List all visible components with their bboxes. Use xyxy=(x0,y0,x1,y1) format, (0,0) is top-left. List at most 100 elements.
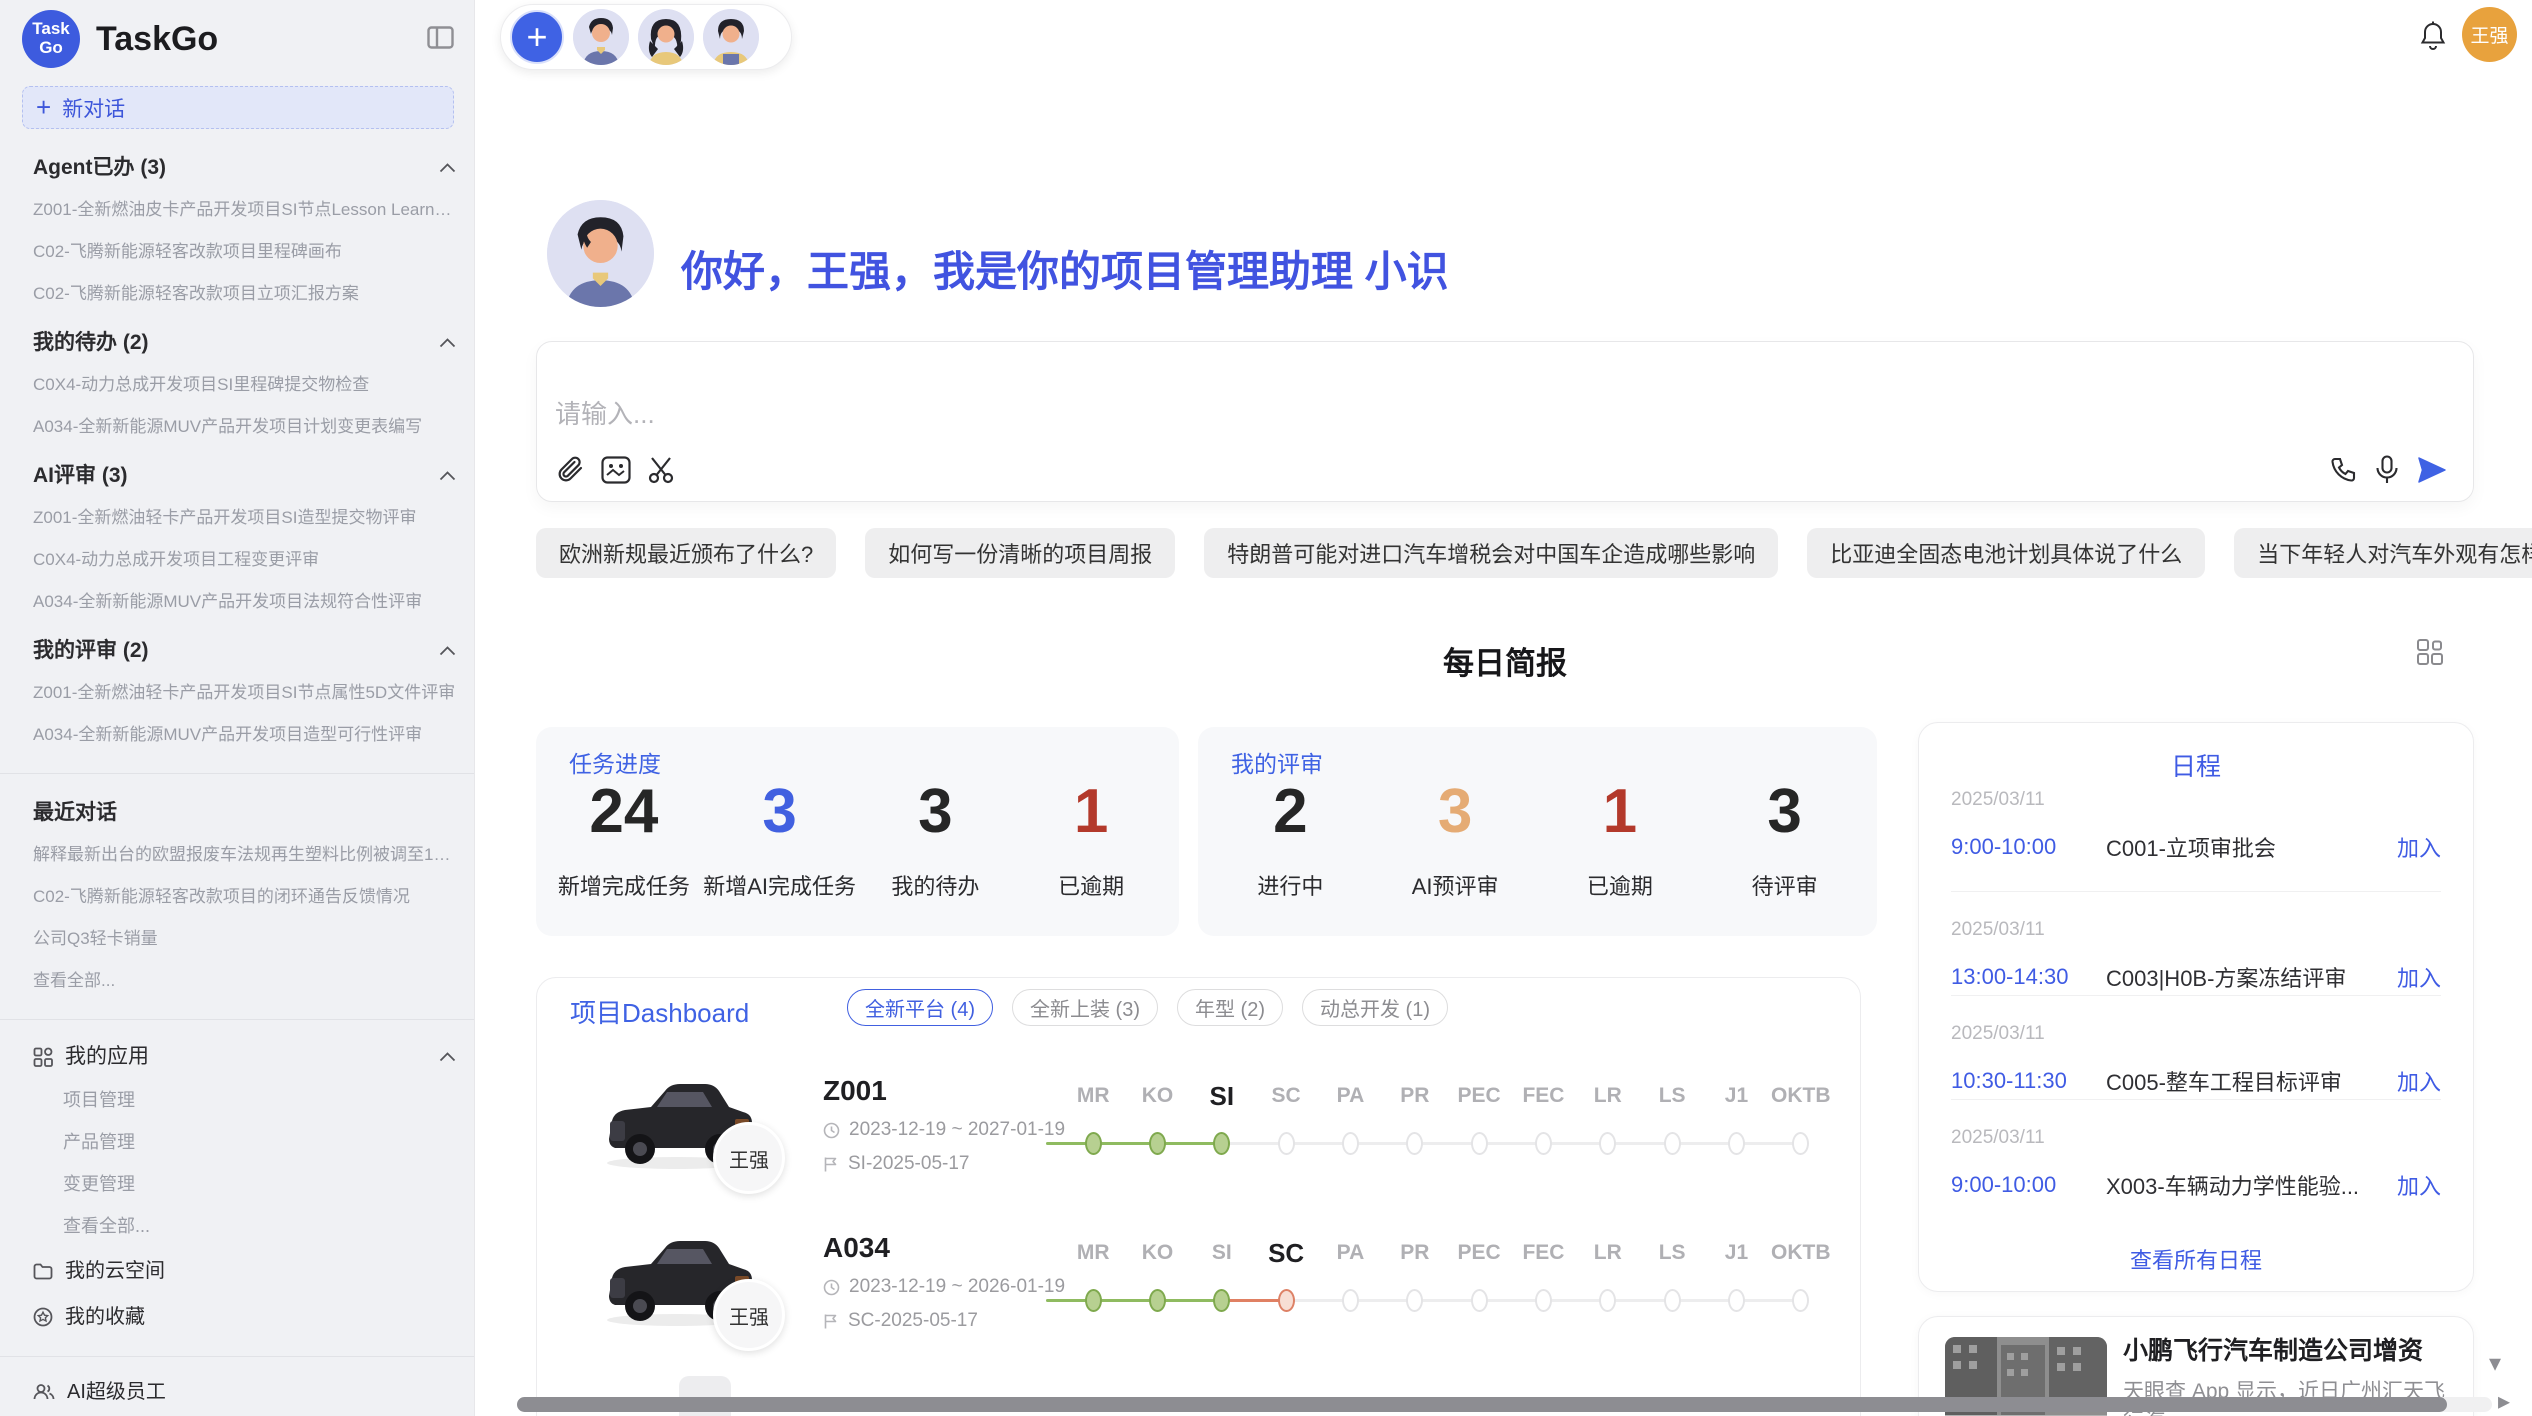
section-title: 最近对话 xyxy=(33,802,117,823)
milestone-nodes xyxy=(1061,1289,1833,1312)
sidebar-item[interactable]: C02-飞腾新能源轻客改款项目里程碑画布 xyxy=(33,242,456,262)
milestone-label: PA xyxy=(1318,1238,1382,1268)
section-agent-done[interactable]: Agent已办 (3) xyxy=(33,157,456,178)
plus-icon: + xyxy=(36,94,51,120)
view-all-schedule-link[interactable]: 查看所有日程 xyxy=(1919,1243,2473,1275)
chevron-up-icon[interactable] xyxy=(439,471,456,481)
entry-time: 9:00-10:00 xyxy=(1951,1172,2106,1198)
scroll-down-arrow[interactable]: ▾ xyxy=(2489,1352,2501,1376)
sidebar-item-view-all[interactable]: 查看全部... xyxy=(33,971,456,991)
scroll-right-arrow[interactable]: ▸ xyxy=(2498,1390,2510,1414)
new-session-button[interactable]: + xyxy=(510,10,564,64)
send-icon[interactable] xyxy=(2417,456,2447,484)
suggestion-chip[interactable]: 特朗普可能对进口汽车增税会对中国车企造成哪些影响 xyxy=(1204,528,1778,578)
milestone-label: PR xyxy=(1383,1081,1447,1111)
dashboard-filters: 全新平台 (4) 全新上装 (3) 年型 (2) 动总开发 (1) xyxy=(847,989,1448,1026)
sidebar-collapse-icon[interactable] xyxy=(427,26,454,54)
attachment-icon[interactable] xyxy=(557,455,585,485)
daily-briefing-title: 每日简报 xyxy=(536,638,2474,683)
join-button[interactable]: 加入 xyxy=(2397,831,2441,863)
clock-icon xyxy=(823,1122,840,1139)
join-button[interactable]: 加入 xyxy=(2397,1169,2441,1201)
sidebar-item[interactable]: Z001-全新燃油皮卡产品开发项目SI节点Lesson Learn报告 xyxy=(33,200,456,220)
join-button[interactable]: 加入 xyxy=(2397,1065,2441,1097)
phone-icon[interactable] xyxy=(2329,456,2357,484)
chevron-up-icon[interactable] xyxy=(439,646,456,656)
section-my-todo[interactable]: 我的待办 (2) xyxy=(33,332,456,353)
schedule-entry: 2025/03/11 9:00-10:00 X003-车辆动力学性能验... 加… xyxy=(1951,1127,2441,1201)
stat-new-ai-completed: 3 新增AI完成任务 xyxy=(702,779,858,901)
flag-icon xyxy=(823,1156,839,1173)
card-title: 我的评审 xyxy=(1231,745,1323,779)
sidebar-item-cloud-space[interactable]: 我的云空间 xyxy=(33,1260,456,1282)
sidebar-item[interactable]: C0X4-动力总成开发项目SI里程碑提交物检查 xyxy=(33,375,456,395)
my-apps-label: 我的应用 xyxy=(65,1046,427,1068)
section-ai-review[interactable]: AI评审 (3) xyxy=(33,465,456,486)
project-row[interactable]: 王强 Z001 2023-12-19 ~ 2027-01-19 SI-2025-… xyxy=(537,1059,1860,1209)
horizontal-scrollbar-thumb[interactable] xyxy=(517,1397,2447,1412)
layout-grid-icon[interactable] xyxy=(2416,638,2444,671)
milestone-label: KO xyxy=(1125,1238,1189,1268)
chat-input[interactable] xyxy=(553,398,1453,431)
milestone-label: MR xyxy=(1061,1081,1125,1111)
agent-avatar-1[interactable] xyxy=(573,9,629,65)
sidebar-item[interactable]: 公司Q3轻卡销量 xyxy=(33,929,456,949)
project-row[interactable]: 王强 A034 2023-12-19 ~ 2026-01-19 SC-2025-… xyxy=(537,1216,1860,1366)
suggestion-chip[interactable]: 当下年轻人对汽车外观有怎样的喜好趋势 xyxy=(2234,528,2532,578)
stat-ai-prereview: 3 AI预评审 xyxy=(1373,779,1538,901)
project-name: A034 xyxy=(823,1232,890,1264)
join-button[interactable]: 加入 xyxy=(2397,961,2441,993)
sidebar-item-ai-staff[interactable]: AI超级员工 xyxy=(33,1381,456,1403)
sidebar-item[interactable]: C02-飞腾新能源轻客改款项目的闭环通告反馈情况 xyxy=(33,887,456,907)
sidebar-item-view-all-apps[interactable]: 查看全部... xyxy=(63,1216,456,1236)
stat-my-todo: 3 我的待办 xyxy=(858,779,1014,901)
stat-overdue: 1 已逾期 xyxy=(1538,779,1703,901)
project-flag: SI-2025-05-17 xyxy=(823,1153,969,1175)
agent-avatar-2[interactable] xyxy=(638,9,694,65)
sidebar-item-project-mgmt[interactable]: 项目管理 xyxy=(63,1090,456,1110)
filter-powertrain[interactable]: 动总开发 (1) xyxy=(1302,989,1448,1026)
chevron-up-icon[interactable] xyxy=(439,1052,456,1062)
sidebar-item[interactable]: A034-全新新能源MUV产品开发项目法规符合性评审 xyxy=(33,592,456,612)
sidebar-item[interactable]: A034-全新新能源MUV产品开发项目造型可行性评审 xyxy=(33,725,456,745)
suggestion-chip[interactable]: 比亚迪全固态电池计划具体说了什么 xyxy=(1807,528,2205,578)
sidebar-item[interactable]: Z001-全新燃油轻卡产品开发项目SI造型提交物评审 xyxy=(33,508,456,528)
notification-bell-icon[interactable] xyxy=(2419,21,2447,56)
task-progress-card: 任务进度 24 新增完成任务 3 新增AI完成任务 3 我的待办 1 已逾期 xyxy=(536,727,1179,936)
chevron-up-icon[interactable] xyxy=(439,163,456,173)
sidebar-item[interactable]: A034-全新新能源MUV产品开发项目计划变更表编写 xyxy=(33,417,456,437)
filter-new-body[interactable]: 全新上装 (3) xyxy=(1012,989,1158,1026)
image-icon[interactable] xyxy=(601,456,631,484)
my-review-card: 我的评审 2 进行中 3 AI预评审 1 已逾期 3 待评审 xyxy=(1198,727,1877,936)
scissors-icon[interactable] xyxy=(647,455,677,485)
chevron-up-icon[interactable] xyxy=(439,338,456,348)
sidebar-item-product-mgmt[interactable]: 产品管理 xyxy=(63,1132,456,1152)
schedule-entry: 2025/03/11 10:30-11:30 C005-整车工程目标评审 加入 xyxy=(1951,1023,2441,1097)
agent-avatar-3[interactable] xyxy=(703,9,759,65)
section-my-review[interactable]: 我的评审 (2) xyxy=(33,640,456,661)
sidebar-item[interactable]: C02-飞腾新能源轻客改款项目立项汇报方案 xyxy=(33,284,456,304)
sidebar-item[interactable]: C0X4-动力总成开发项目工程变更评审 xyxy=(33,550,456,570)
new-chat-button[interactable]: + 新对话 xyxy=(22,86,454,129)
sidebar-item-favorites[interactable]: 我的收藏 xyxy=(33,1306,456,1328)
sidebar-item-my-apps[interactable]: 我的应用 xyxy=(33,1046,456,1068)
stat-in-progress: 2 进行中 xyxy=(1208,779,1373,901)
folder-icon xyxy=(33,1262,53,1280)
sidebar-item-change-mgmt[interactable]: 变更管理 xyxy=(63,1174,456,1194)
suggestion-chip[interactable]: 如何写一份清晰的项目周报 xyxy=(865,528,1175,578)
project-owner-badge: 王强 xyxy=(713,1279,785,1351)
user-avatar[interactable]: 王强 xyxy=(2462,7,2517,62)
sidebar-item[interactable]: 解释最新出台的欧盟报废车法规再生塑料比例被调至15%... xyxy=(33,845,456,865)
project-flag-text: SI-2025-05-17 xyxy=(848,1153,969,1175)
milestone-label: PA xyxy=(1318,1081,1382,1111)
suggestion-chip[interactable]: 欧洲新规最近颁布了什么? xyxy=(536,528,836,578)
milestone-label: LS xyxy=(1640,1238,1704,1268)
sidebar-item[interactable]: Z001-全新燃油轻卡产品开发项目SI节点属性5D文件评审 xyxy=(33,683,456,703)
filter-year-model[interactable]: 年型 (2) xyxy=(1177,989,1283,1026)
entry-time: 13:00-14:30 xyxy=(1951,964,2106,990)
entry-time: 10:30-11:30 xyxy=(1951,1068,2106,1094)
microphone-icon[interactable] xyxy=(2375,455,2399,485)
milestone-label: LR xyxy=(1576,1081,1640,1111)
filter-new-platform[interactable]: 全新平台 (4) xyxy=(847,989,993,1026)
milestone-labels: MR KO SI SC PA PR PEC FEC LR LS J1 OKTB xyxy=(1061,1238,1833,1268)
